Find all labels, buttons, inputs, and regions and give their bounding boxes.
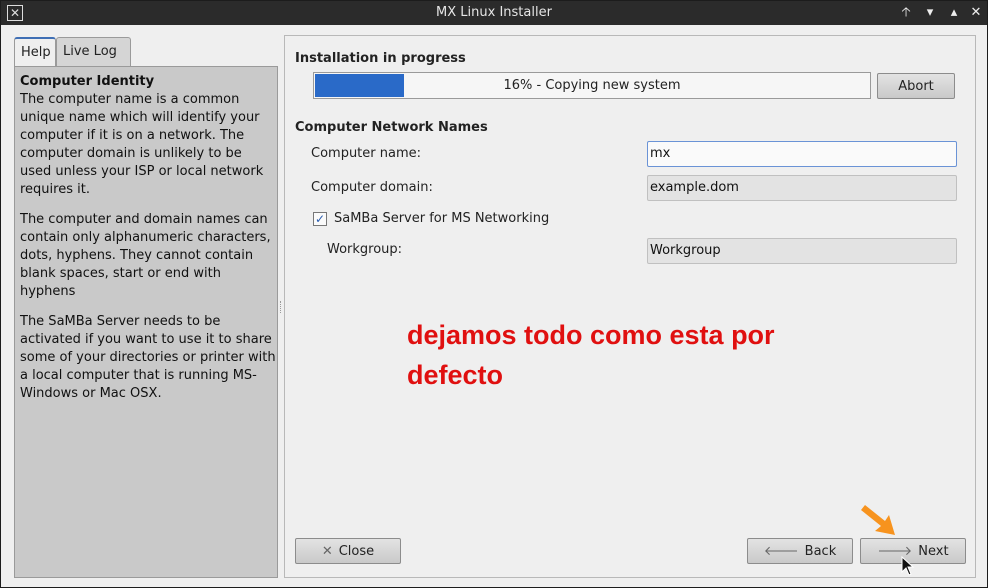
- help-content: Computer Identity The computer name is a…: [20, 73, 276, 415]
- help-paragraph: The computer and domain names can contai…: [20, 212, 271, 299]
- close-icon: ✕: [321, 543, 333, 559]
- samba-label[interactable]: SaMBa Server for MS Networking: [334, 211, 549, 226]
- window-title: MX Linux Installer: [436, 5, 552, 20]
- close-label: Close: [338, 543, 375, 559]
- maximize-icon[interactable]: ▴: [944, 4, 964, 22]
- help-paragraph: The SaMBa Server needs to be activated i…: [20, 314, 276, 401]
- minimize-icon[interactable]: ▾: [920, 4, 940, 22]
- help-title: Computer Identity: [20, 74, 155, 89]
- back-label: Back: [804, 543, 837, 559]
- help-paragraph: The computer name is a common unique nam…: [20, 92, 264, 197]
- computer-name-label: Computer name:: [311, 146, 422, 161]
- close-icon[interactable]: ✕: [966, 4, 986, 22]
- help-text-area[interactable]: Computer Identity The computer name is a…: [14, 66, 278, 578]
- installation-progress-bar: 16% - Copying new system: [313, 72, 871, 99]
- tab-help[interactable]: Help: [14, 37, 56, 67]
- mouse-cursor-icon: [901, 556, 915, 576]
- progress-heading: Installation in progress: [295, 51, 466, 66]
- abort-label: Abort: [898, 78, 934, 94]
- annotation-text: dejamos todo como esta por defecto: [407, 320, 775, 390]
- help-tabs: Help Live Log: [13, 35, 279, 67]
- tab-live-log[interactable]: Live Log: [56, 37, 131, 67]
- orange-arrow-icon: [861, 505, 895, 535]
- back-button[interactable]: 🡐 Back: [747, 538, 853, 564]
- computer-domain-field[interactable]: example.dom: [647, 175, 957, 201]
- workgroup-label: Workgroup:: [327, 242, 403, 257]
- keep-above-icon[interactable]: 🡡: [896, 4, 916, 22]
- panel-splitter-handle[interactable]: [280, 301, 282, 313]
- help-panel: Help Live Log Computer Identity The comp…: [13, 35, 279, 578]
- computer-domain-label: Computer domain:: [311, 180, 433, 195]
- arrow-left-icon: 🡐: [763, 544, 799, 559]
- close-button[interactable]: ✕ Close: [295, 538, 401, 564]
- title-bar: ✕ MX Linux Installer 🡡 ▾ ▴ ✕: [1, 1, 987, 25]
- next-label: Next: [918, 543, 949, 559]
- installer-window: ✕ MX Linux Installer 🡡 ▾ ▴ ✕ Help Live L…: [0, 0, 988, 588]
- main-panel: Installation in progress 16% - Copying n…: [284, 35, 976, 578]
- workgroup-field[interactable]: Workgroup: [647, 238, 957, 264]
- samba-checkbox[interactable]: ✓: [313, 212, 327, 226]
- network-heading: Computer Network Names: [295, 120, 488, 135]
- progress-text: 16% - Copying new system: [503, 78, 681, 93]
- computer-name-field[interactable]: mx: [647, 141, 957, 167]
- abort-button[interactable]: Abort: [877, 73, 955, 99]
